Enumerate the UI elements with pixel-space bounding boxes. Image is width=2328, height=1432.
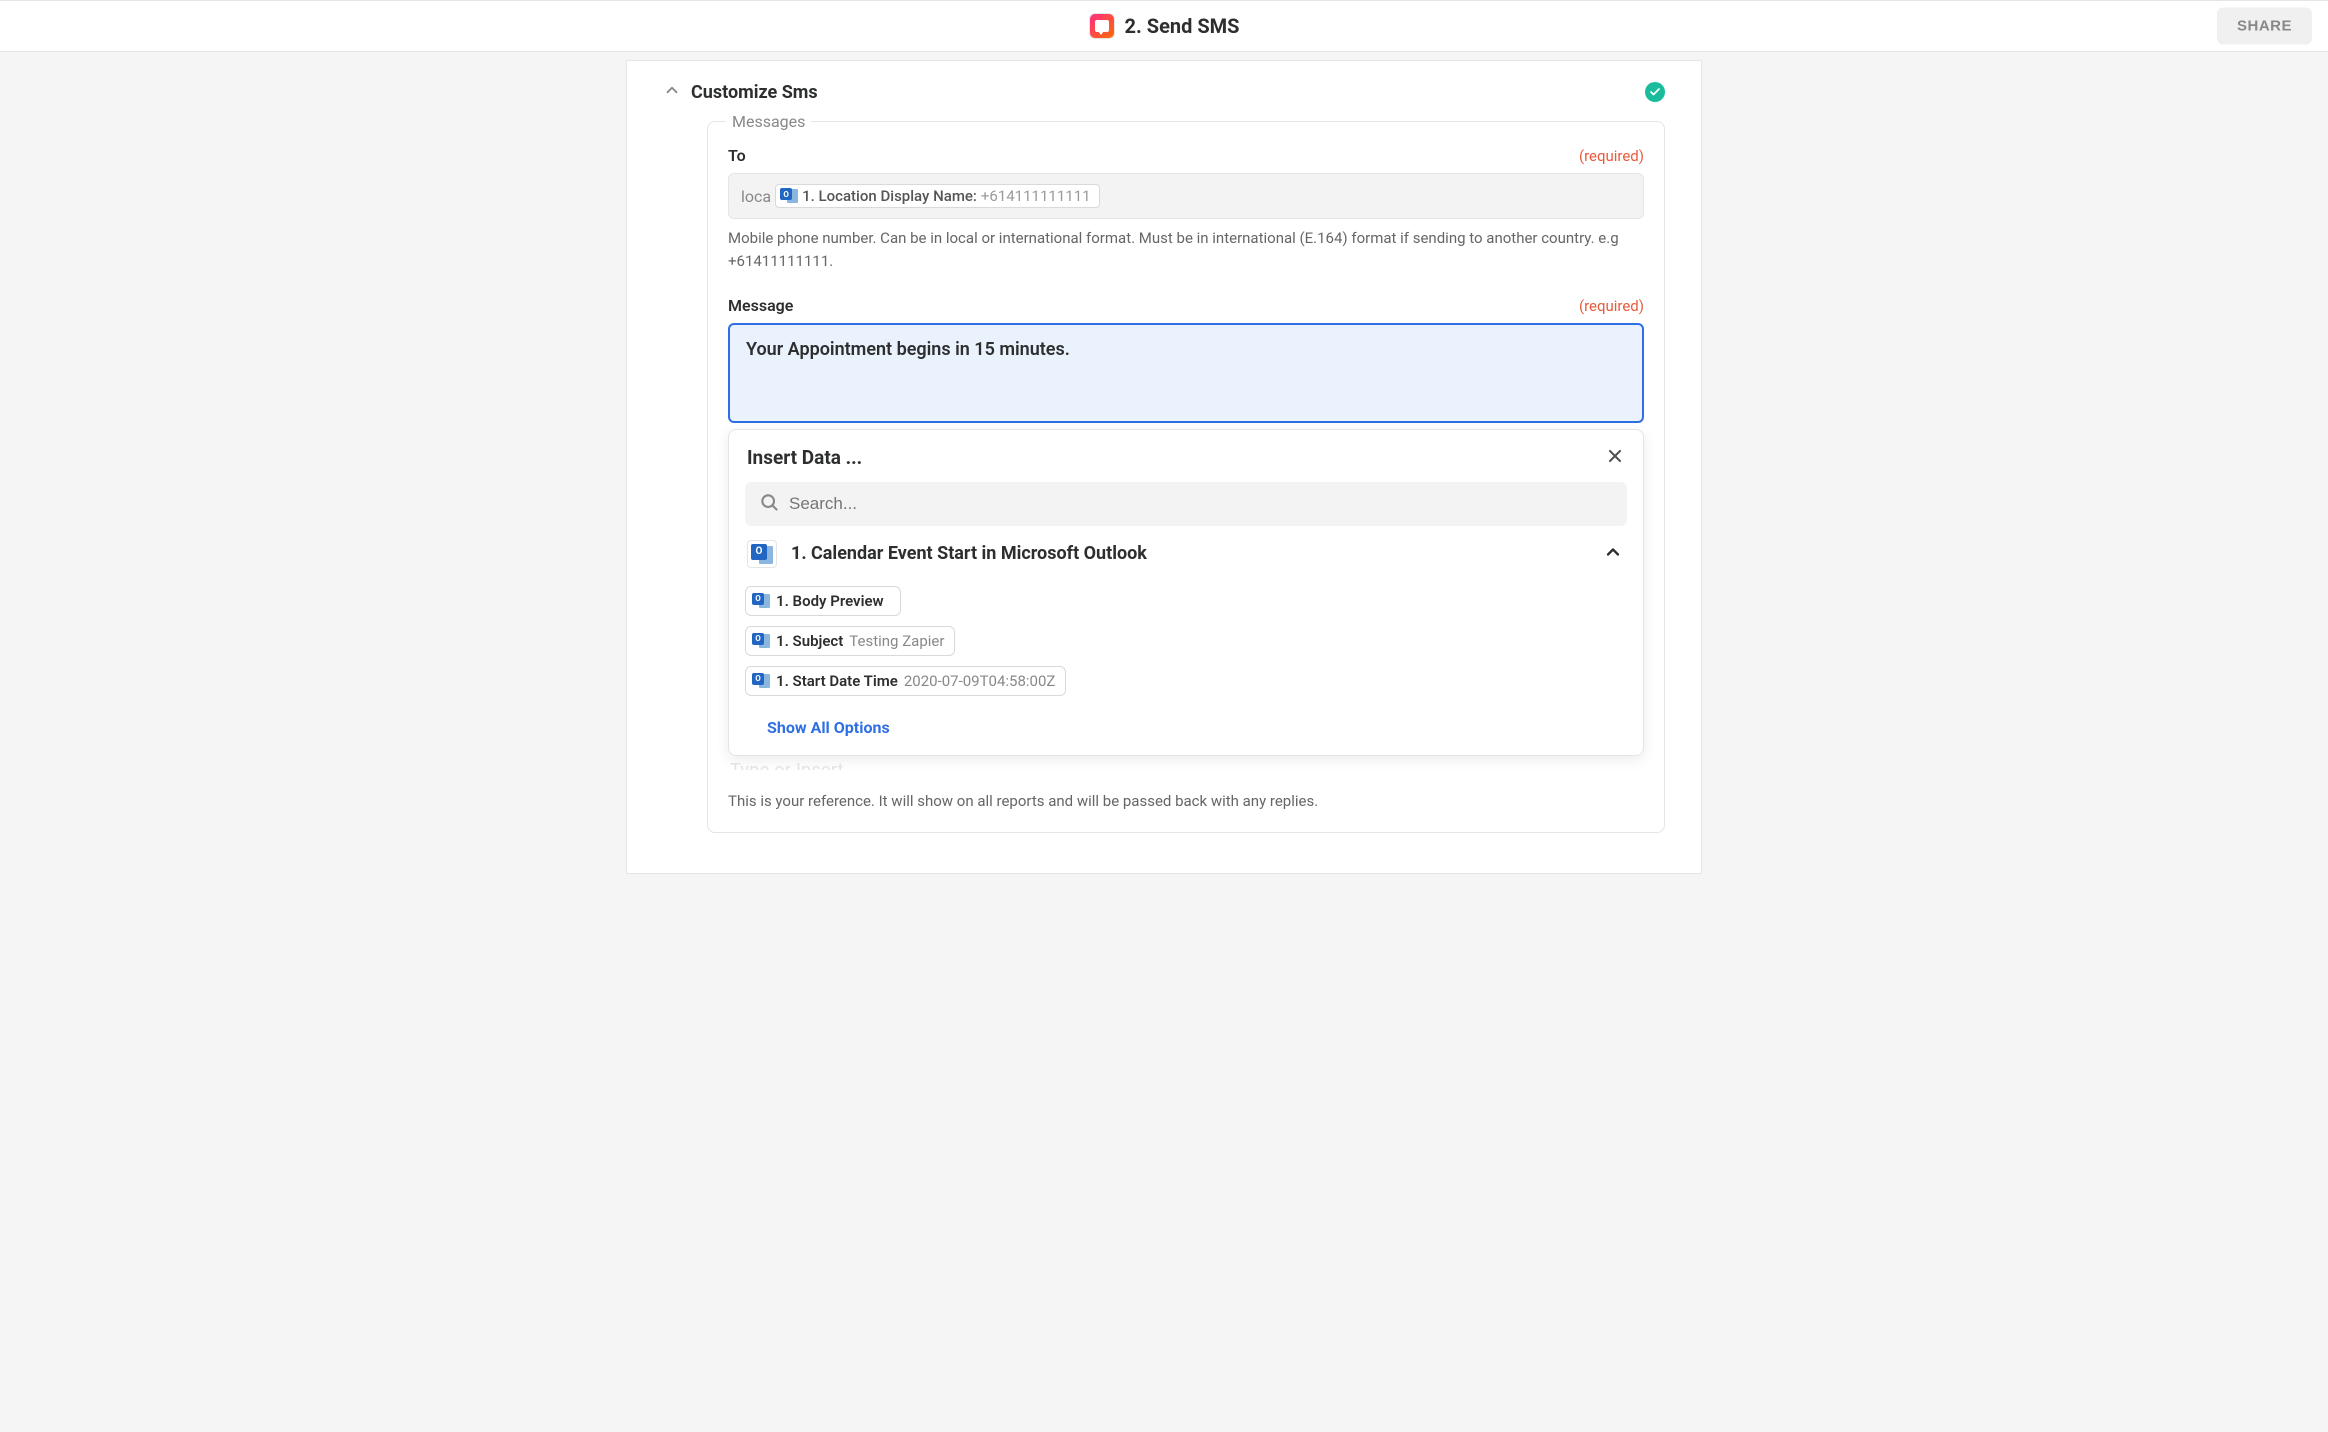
message-label: Message [728,296,793,315]
search-icon [759,492,779,516]
data-source-row[interactable]: O 1. Calendar Event Start in Microsoft O… [745,526,1627,576]
to-field-row: To (required) [728,146,1644,165]
insert-data-dropdown: Insert Data ... O 1. Calendar Event Sta [728,429,1644,756]
outlook-icon: O [747,540,777,568]
to-token-location[interactable]: O 1. Location Display Name: +61411111111… [775,184,1099,208]
chevron-up-icon [663,81,681,103]
option-label: 1. Subject [776,632,843,650]
fieldset-legend: Messages [726,112,811,131]
reference-help-text: This is your reference. It will show on … [728,792,1644,810]
to-required-label: (required) [1579,147,1644,165]
option-label: 1. Start Date Time [776,672,898,690]
outlook-icon: O [752,633,770,649]
insert-data-header: Insert Data ... [745,446,1627,482]
close-icon[interactable] [1605,446,1625,470]
insert-data-search-input[interactable] [789,494,1613,514]
to-token-value: +614111111111 [981,187,1091,205]
to-typed-text: loca [741,187,771,206]
message-textarea[interactable]: Your Appointment begins in 15 minutes. [728,323,1644,423]
section-title: Customize Sms [691,82,818,103]
message-field-row: Message (required) [728,296,1644,315]
data-option-body-preview[interactable]: O 1. Body Preview [745,586,901,616]
to-label: To [728,146,746,165]
step-panel: Customize Sms Messages To (required) loc… [626,60,1702,874]
step-title-text: 2. Send SMS [1125,14,1240,38]
insert-data-title: Insert Data ... [747,446,862,469]
insert-data-search[interactable] [745,482,1627,526]
to-input[interactable]: loca O 1. Location Display Name: +614111… [728,173,1644,219]
messages-fieldset: Messages To (required) loca O 1. Locatio… [707,121,1665,833]
to-help-text: Mobile phone number. Can be in local or … [728,227,1644,274]
data-options-list: O 1. Body Preview O 1. Subject Testing Z… [745,576,1627,696]
to-token-label: 1. Location Display Name: [802,187,977,205]
step-title: 2. Send SMS [1089,13,1240,39]
outlook-icon: O [752,593,770,609]
hidden-field-placeholder: Type or Insert... [728,760,1644,770]
data-option-start-date-time[interactable]: O 1. Start Date Time 2020-07-09T04:58:00… [745,666,1066,696]
option-value: 2020-07-09T04:58:00Z [904,672,1056,690]
chevron-up-icon [1603,542,1623,566]
outlook-icon: O [780,188,798,204]
share-button[interactable]: SHARE [2217,8,2312,45]
data-source-title: 1. Calendar Event Start in Microsoft Out… [791,543,1147,564]
data-option-subject[interactable]: O 1. Subject Testing Zapier [745,626,955,656]
show-all-options-link[interactable]: Show All Options [767,718,890,737]
message-required-label: (required) [1579,297,1644,315]
sms-app-icon [1089,13,1115,39]
status-check-icon [1645,82,1665,102]
option-value: Testing Zapier [849,632,944,650]
message-value: Your Appointment begins in 15 minutes. [746,339,1070,360]
section-header[interactable]: Customize Sms [663,75,1665,121]
option-label: 1. Body Preview [776,592,884,610]
outlook-icon: O [752,673,770,689]
step-header-bar: 2. Send SMS SHARE [0,0,2328,52]
